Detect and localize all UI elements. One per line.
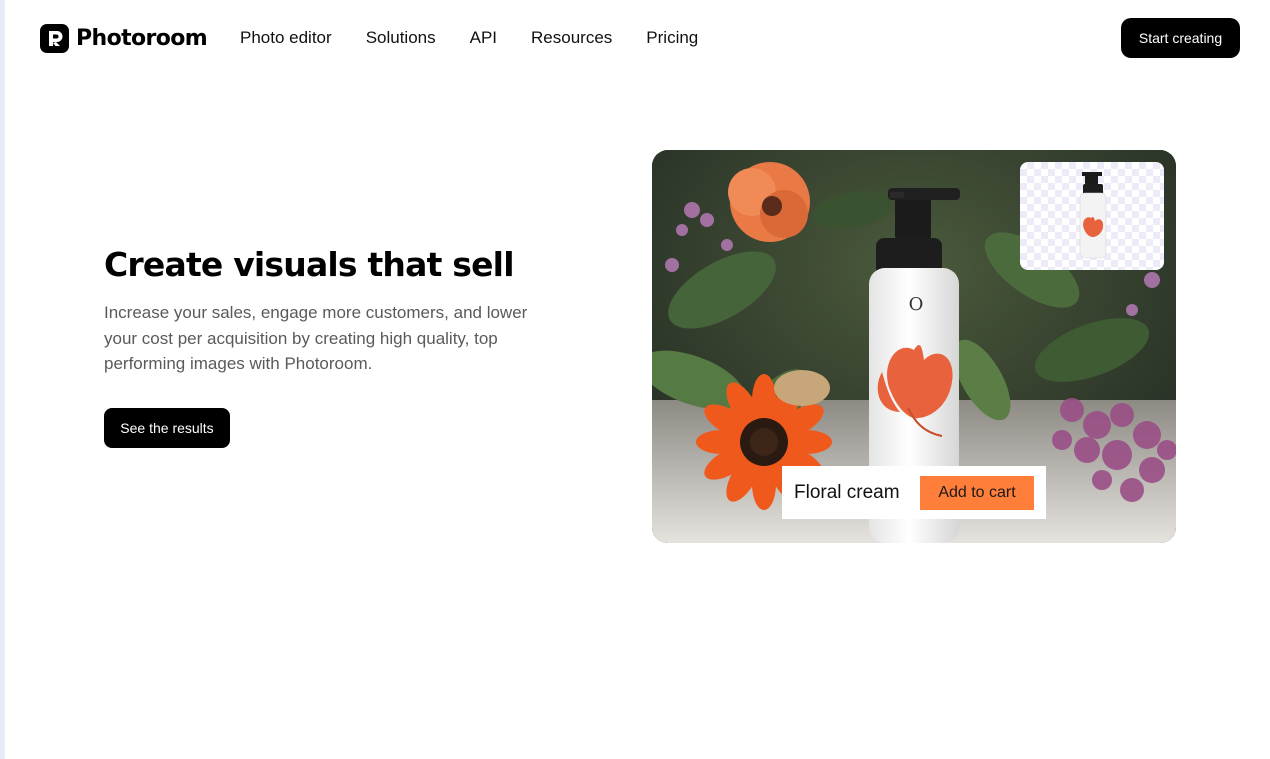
product-name: Floral cream [794,481,900,503]
cutout-thumbnail [1020,162,1164,270]
brand-name: Photoroom [76,25,208,51]
svg-text:O: O [909,294,924,315]
add-to-cart-button[interactable]: Add to cart [920,476,1034,510]
hero-description: Increase your sales, engage more custome… [104,303,528,373]
photoroom-logo-icon [40,23,69,53]
left-edge-strip [0,0,5,759]
product-card: Floral cream Add to cart [782,466,1046,519]
nav-item-photo-editor[interactable]: Photo editor [240,28,332,48]
hero-title: Create visuals that sell [104,245,515,284]
see-results-button[interactable]: See the results [104,408,230,448]
nav-item-solutions[interactable]: Solutions [366,28,436,48]
nav-item-pricing[interactable]: Pricing [646,28,698,48]
main-nav: Photo editor Solutions API Resources Pri… [240,28,732,48]
start-creating-button[interactable]: Start creating [1121,18,1240,58]
nav-item-resources[interactable]: Resources [531,28,612,48]
site-header: Photoroom Photo editor Solutions API Res… [0,0,1270,76]
brand-logo[interactable]: Photoroom [40,23,208,53]
nav-item-api[interactable]: API [470,28,497,48]
bottle-cutout-icon [1079,172,1107,259]
